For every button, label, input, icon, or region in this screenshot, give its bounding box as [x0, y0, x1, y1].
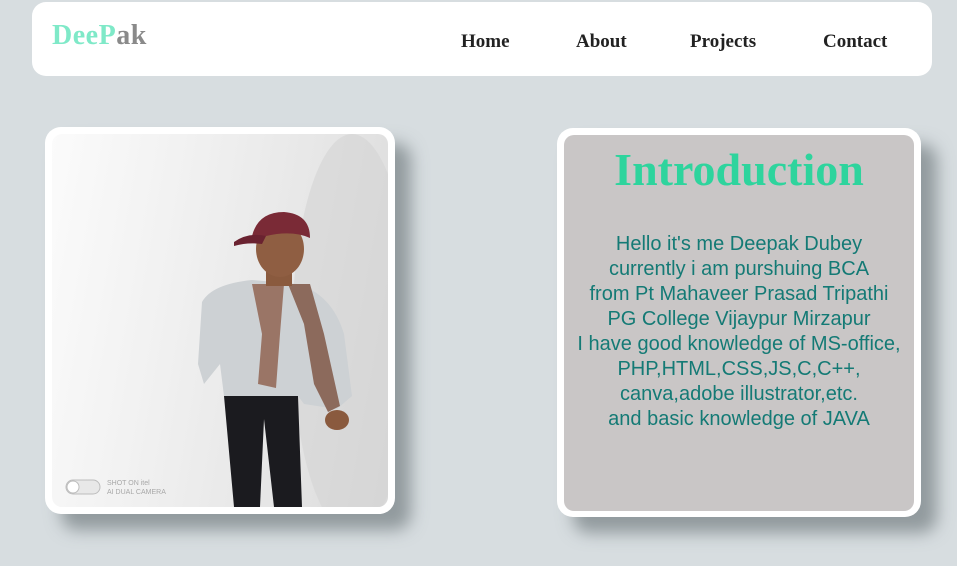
profile-photo: SHOT ON itel AI DUAL CAMERA [52, 134, 388, 507]
introduction-title: Introduction [614, 144, 864, 195]
intro-line: currently i am purshuing BCA [608, 258, 870, 280]
trousers [224, 396, 302, 507]
intro-line: PG College Vijaypur Mirzapur [607, 308, 871, 330]
nav-contact-link[interactable]: Contact [823, 31, 887, 53]
watermark-line-2: AI DUAL CAMERA [107, 489, 166, 496]
intro-line: I have good knowledge of MS-office, [577, 333, 901, 355]
profile-photo-illustration: SHOT ON itel AI DUAL CAMERA [65, 134, 388, 507]
intro-line: Hello it's me Deepak Dubey [615, 233, 863, 255]
site-logo[interactable]: DeePak [52, 19, 147, 53]
watermark-line-1: SHOT ON itel [107, 480, 150, 487]
nav-about-link[interactable]: About [576, 31, 627, 53]
nav-home-link[interactable]: Home [461, 31, 510, 53]
introduction-card: Introduction Hello it's me Deepak Dubey … [557, 128, 921, 517]
nav-projects-link[interactable]: Projects [690, 31, 756, 53]
intro-line: and basic knowledge of JAVA [608, 408, 870, 430]
logo-part-1: Dee [52, 20, 99, 51]
intro-line: from Pt Mahaveer Prasad Tripathi [589, 283, 889, 305]
intro-line: PHP,HTML,CSS,JS,C,C++, [617, 358, 861, 380]
navbar: DeePak Home About Projects Contact [32, 2, 932, 76]
logo-part-3: ak [116, 20, 147, 51]
introduction-text: Hello it's me Deepak Dubey currently i a… [564, 232, 914, 432]
profile-photo-card: SHOT ON itel AI DUAL CAMERA [45, 127, 395, 514]
hand [325, 410, 349, 430]
logo-part-2: P [98, 20, 117, 51]
camera-toggle-knob-icon [66, 480, 80, 494]
introduction-panel: Introduction Hello it's me Deepak Dubey … [564, 135, 914, 511]
intro-line: canva,adobe illustrator,etc. [620, 383, 858, 405]
